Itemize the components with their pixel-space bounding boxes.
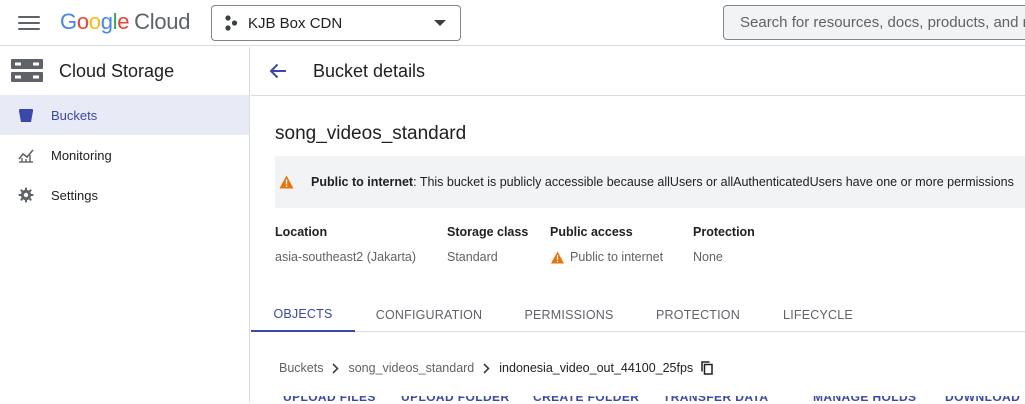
property-key: Storage class <box>447 225 529 239</box>
breadcrumb: Buckets song_videos_standard indonesia_v… <box>279 361 713 375</box>
upload-files-button[interactable]: UPLOAD FILES <box>283 396 376 404</box>
property-value: Public to internet <box>570 250 664 264</box>
upload-folder-button[interactable]: UPLOAD FOLDER <box>401 396 510 404</box>
sidebar-item-label: Buckets <box>51 107 98 123</box>
tab-protection[interactable]: PROTECTION <box>647 297 749 332</box>
create-folder-button[interactable]: CREATE FOLDER <box>533 396 639 404</box>
download-button[interactable]: DOWNLOAD <box>945 396 1020 404</box>
logo-suffix: Cloud <box>134 9 191 34</box>
bucket-tabs: OBJECTS CONFIGURATION PERMISSIONS PROTEC… <box>251 297 1025 332</box>
transfer-data-button[interactable]: TRANSFER DATA <box>663 396 768 404</box>
breadcrumb-link-bucket[interactable]: song_videos_standard <box>348 361 474 375</box>
sidebar-item-buckets[interactable]: Buckets <box>0 95 249 135</box>
project-selector[interactable]: KJB Box CDN <box>211 5 461 41</box>
bucket-name-heading: song_videos_standard <box>275 123 467 144</box>
chevron-right-icon <box>332 362 340 374</box>
tab-permissions[interactable]: PERMISSIONS <box>513 297 625 332</box>
menu-icon-line <box>18 28 40 30</box>
banner-text: : This bucket is publicly accessible bec… <box>413 175 1014 189</box>
sidebar: Cloud Storage Buckets Monitoring Setting… <box>0 47 250 402</box>
page-title: Bucket details <box>313 60 426 81</box>
property-value: asia-southeast2 (Jakarta) <box>275 250 417 264</box>
product-title: Cloud Storage <box>59 60 175 81</box>
menu-icon-line <box>18 16 40 18</box>
product-header: Cloud Storage <box>0 47 249 95</box>
copy-icon[interactable] <box>701 361 713 375</box>
chevron-right-icon <box>483 362 490 374</box>
object-actions-toolbar: UPLOAD FILES UPLOAD FOLDER CREATE FOLDER… <box>283 396 1025 404</box>
property-value: Standard <box>447 250 498 264</box>
manage-holds-button[interactable]: MANAGE HOLDS <box>813 396 916 404</box>
main-menu-button[interactable] <box>14 11 44 35</box>
top-bar: Go o g l e Cloud KJB Box CDN Search for resou… <box>0 0 1025 46</box>
property-key: Public access <box>550 225 633 239</box>
search-placeholder: Search for resources, docs, products, an… <box>740 14 1025 31</box>
tab-configuration[interactable]: CONFIGURATION <box>363 297 495 332</box>
property-key: Protection <box>693 225 755 239</box>
property-storage-class: Storage class Standard <box>447 225 528 264</box>
property-value: None <box>693 250 723 264</box>
breadcrumb-current-folder: indonesia_video_out_44100_25fps <box>499 361 694 375</box>
menu-icon-line <box>18 22 40 24</box>
property-protection: Protection None <box>693 225 755 264</box>
search-input[interactable]: Search for resources, docs, products, an… <box>723 5 1025 40</box>
cloud-storage-icon <box>11 59 43 82</box>
banner-title: Public to internet <box>311 175 414 189</box>
logo-letter: o <box>88 9 101 34</box>
logo-letter: g <box>100 9 113 34</box>
public-access-warning-banner: Public to internet: This bucket is publi… <box>275 156 1025 208</box>
google-cloud-logo[interactable]: Go o g l e Cloud <box>60 9 190 35</box>
sidebar-item-label: Settings <box>51 187 98 203</box>
breadcrumb-link-buckets[interactable]: Buckets <box>279 361 323 375</box>
property-key: Location <box>275 225 328 239</box>
project-name: KJB Box CDN <box>248 14 343 32</box>
sidebar-item-monitoring[interactable]: Monitoring <box>0 135 249 175</box>
property-location: Location asia-southeast2 (Jakarta) <box>275 225 416 264</box>
tab-lifecycle[interactable]: LIFECYCLE <box>773 297 863 332</box>
back-arrow-icon[interactable] <box>269 63 287 79</box>
property-public-access: Public access Public to internet <box>550 225 663 264</box>
chevron-down-icon <box>434 20 446 26</box>
sidebar-item-settings[interactable]: Settings <box>0 175 249 215</box>
page-header: Bucket details <box>251 47 1025 96</box>
logo-letter: o <box>76 9 89 34</box>
gear-icon <box>18 187 34 203</box>
tab-objects[interactable]: OBJECTS <box>251 297 355 332</box>
main-content: Bucket details song_videos_standard Publ… <box>251 47 1025 404</box>
bucket-icon <box>19 109 33 122</box>
sidebar-item-label: Monitoring <box>51 147 112 163</box>
logo-letter: G <box>60 9 77 34</box>
project-icon <box>225 15 238 31</box>
warning-icon <box>279 175 294 189</box>
chart-icon <box>18 149 34 163</box>
warning-icon <box>551 250 564 264</box>
logo-letter: e <box>117 9 130 34</box>
